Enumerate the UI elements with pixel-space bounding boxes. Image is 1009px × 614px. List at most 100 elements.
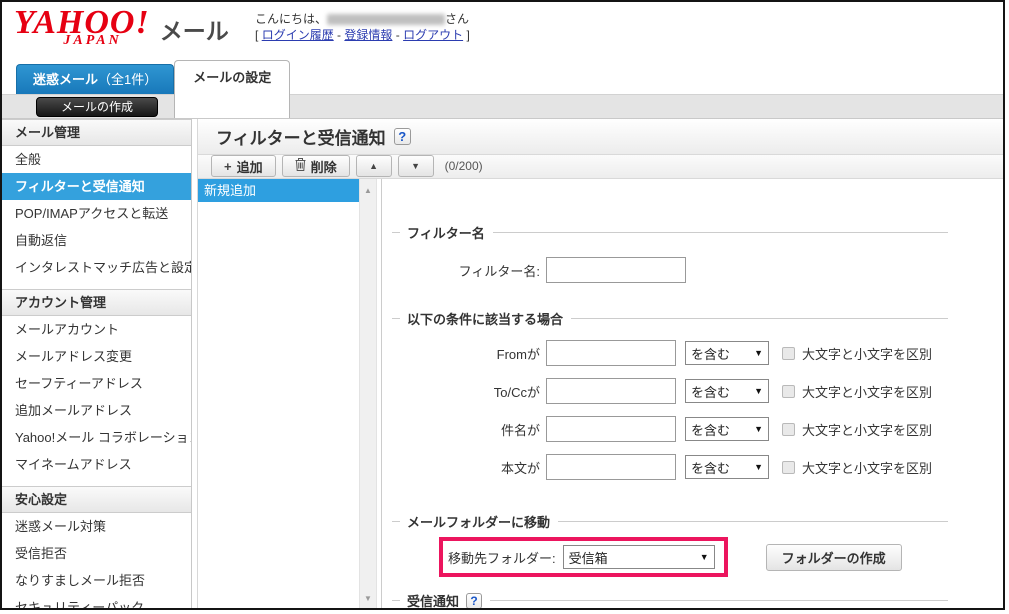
compose-mail-button[interactable]: メールの作成 [36, 97, 158, 117]
sidebar-item-additional-address[interactable]: 追加メールアドレス [2, 397, 191, 424]
delete-filter-button[interactable]: 削除 [282, 155, 350, 177]
sub-toolbar: メールの作成 [2, 94, 1003, 119]
trash-icon [295, 158, 306, 174]
move-up-button[interactable]: ▲ [356, 155, 392, 177]
condition-body-case-checkbox[interactable] [782, 461, 795, 474]
sidebar-item-auto-reply[interactable]: 自動返信 [2, 227, 191, 254]
help-icon[interactable]: ? [394, 128, 411, 145]
bracket-open: [ [255, 28, 258, 42]
tab-spam-count: （全1件） [98, 72, 157, 87]
divider [392, 318, 400, 319]
sidebar-item-mail-account[interactable]: メールアカウント [2, 316, 191, 343]
move-folder-row: 移動先フォルダー: 受信箱 ▼ フォルダーの作成 [392, 537, 948, 577]
section-notification-legend: 受信通知 [407, 591, 459, 610]
filter-name-row: フィルター名: [392, 257, 948, 283]
tab-spam-mail[interactable]: 迷惑メール（全1件） [16, 64, 174, 94]
condition-from-label: Fromが [392, 344, 540, 363]
tab-mail-settings[interactable]: メールの設定 [174, 60, 290, 118]
section-move-folder: メールフォルダーに移動 [392, 512, 948, 531]
condition-from-case-checkbox[interactable] [782, 347, 795, 360]
case-sensitive-label: 大文字と小文字を区別 [802, 382, 932, 401]
dropdown-caret-icon: ▼ [694, 552, 709, 562]
destination-folder-value: 受信箱 [569, 548, 608, 567]
condition-tocc-input[interactable] [546, 378, 676, 404]
sidebar-item-interest-match[interactable]: インタレストマッチ広告と設定 [2, 254, 191, 281]
login-history-link[interactable]: ログイン履歴 [262, 28, 334, 42]
browser-content: YAHOO! JAPAN メール こんにちは、 さん [ ログイン履歴 - 登録情… [0, 0, 1005, 610]
tab-settings-label: メールの設定 [193, 70, 271, 85]
yahoo-japan-mail-logo[interactable]: YAHOO! JAPAN メール [14, 6, 229, 49]
greeting-area: こんにちは、 さん [ ログイン履歴 - 登録情報 - ログアウト ] [255, 11, 470, 43]
sidebar-item-myname-address[interactable]: マイネームアドレス [2, 451, 191, 478]
case-sensitive-label: 大文字と小文字を区別 [802, 344, 932, 363]
dropdown-caret-icon: ▼ [748, 462, 763, 472]
condition-subject-operator-select[interactable]: を含む ▼ [685, 417, 769, 441]
condition-body-label: 本文が [392, 458, 540, 477]
greeting-suffix: さん [445, 12, 469, 26]
dropdown-caret-icon: ▼ [748, 424, 763, 434]
move-up-icon: ▲ [369, 161, 378, 171]
condition-subject-label: 件名が [392, 420, 540, 439]
sidebar-item-general[interactable]: 全般 [2, 146, 191, 173]
sidebar-item-collaboration[interactable]: Yahoo!メール コラボレーション [2, 424, 191, 451]
notification-help-icon[interactable]: ? [466, 593, 482, 609]
condition-tocc-operator-select[interactable]: を含む ▼ [685, 379, 769, 403]
filter-name-label: フィルター名: [392, 261, 540, 280]
condition-subject-input[interactable] [546, 416, 676, 442]
divider [392, 232, 400, 233]
case-sensitive-label: 大文字と小文字を区別 [802, 458, 932, 477]
condition-from-operator-select[interactable]: を含む ▼ [685, 341, 769, 365]
bracket-close: ] [466, 28, 469, 42]
scroll-up-icon[interactable]: ▲ [360, 186, 376, 195]
sidebar-item-pop-imap[interactable]: POP/IMAPアクセスと転送 [2, 200, 191, 227]
divider [558, 521, 948, 522]
condition-tocc-case-checkbox[interactable] [782, 385, 795, 398]
move-folder-label: 移動先フォルダー: [448, 548, 556, 567]
section-notification: 受信通知 ? [392, 591, 948, 610]
registration-info-link[interactable]: 登録情報 [344, 28, 392, 42]
section-conditions-legend: 以下の条件に該当する場合 [407, 309, 563, 328]
scroll-down-icon[interactable]: ▼ [360, 594, 376, 603]
divider [571, 318, 948, 319]
condition-from-input[interactable] [546, 340, 676, 366]
sidebar-section-account-management: アカウント管理 [2, 289, 191, 316]
add-filter-button[interactable]: + 追加 [211, 155, 276, 177]
condition-body-operator-select[interactable]: を含む ▼ [685, 455, 769, 479]
condition-tocc-label: To/Ccが [392, 382, 540, 401]
move-down-button[interactable]: ▼ [398, 155, 434, 177]
create-folder-button[interactable]: フォルダーの作成 [766, 544, 902, 571]
sidebar-item-reject[interactable]: 受信拒否 [2, 540, 191, 567]
tab-spam-label: 迷惑メール [33, 72, 98, 87]
destination-folder-select[interactable]: 受信箱 ▼ [563, 545, 715, 569]
dropdown-caret-icon: ▼ [748, 348, 763, 358]
operator-value: を含む [691, 458, 730, 477]
page-title: フィルターと受信通知 [216, 124, 386, 149]
list-item-new-filter[interactable]: 新規追加 [198, 179, 359, 202]
sidebar-item-security-pack[interactable]: セキュリティーパック [2, 594, 191, 610]
divider [392, 521, 400, 522]
account-links: [ ログイン履歴 - 登録情報 - ログアウト ] [255, 27, 470, 43]
divider [392, 600, 400, 601]
sidebar-item-spoofing-reject[interactable]: なりすましメール拒否 [2, 567, 191, 594]
sidebar-item-filters[interactable]: フィルターと受信通知 [2, 173, 191, 200]
tab-bar: 迷惑メール（全1件） メールの設定 [2, 60, 1003, 94]
filter-name-input[interactable] [546, 257, 686, 283]
condition-row-body: 本文が を含む ▼ 大文字と小文字を区別 [392, 454, 948, 480]
section-filter-name: フィルター名 [392, 223, 948, 242]
logout-link[interactable]: ログアウト [403, 28, 463, 42]
sidebar-item-address-change[interactable]: メールアドレス変更 [2, 343, 191, 370]
greeting-prefix: こんにちは、 [255, 12, 327, 26]
filter-list-scrollbar[interactable]: ▲ ▼ [359, 179, 377, 610]
delete-button-label: 削除 [311, 157, 337, 176]
filter-count: (0/200) [445, 159, 483, 173]
plus-icon: + [224, 159, 232, 174]
condition-subject-case-checkbox[interactable] [782, 423, 795, 436]
move-down-icon: ▼ [411, 161, 420, 171]
condition-row-tocc: To/Ccが を含む ▼ 大文字と小文字を区別 [392, 378, 948, 404]
sidebar-item-spam-measures[interactable]: 迷惑メール対策 [2, 513, 191, 540]
main-panel: フィルターと受信通知 ? + 追加 削除 ▲ ▼ (0/200) [197, 119, 1003, 610]
condition-body-input[interactable] [546, 454, 676, 480]
header: YAHOO! JAPAN メール こんにちは、 さん [ ログイン履歴 - 登録情… [2, 2, 1003, 60]
sidebar-item-safety-address[interactable]: セーフティーアドレス [2, 370, 191, 397]
highlight-box: 移動先フォルダー: 受信箱 ▼ [439, 537, 728, 577]
